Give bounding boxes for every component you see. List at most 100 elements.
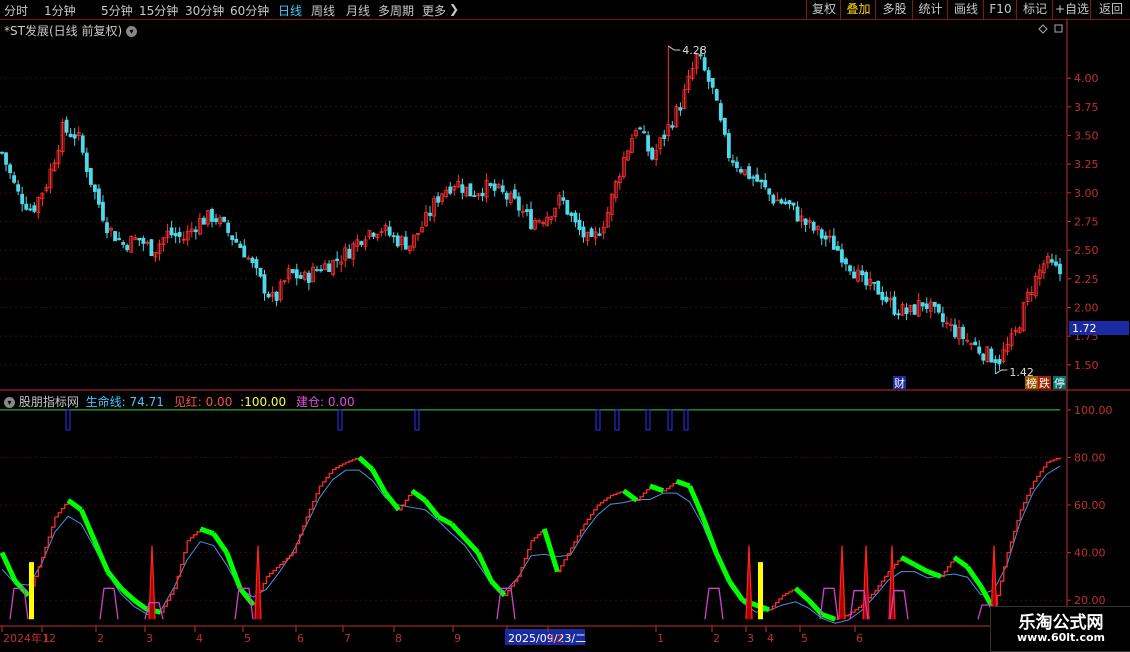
- candle-body-209: [844, 258, 848, 265]
- candle-body-201: [811, 221, 816, 231]
- life-down-62: [821, 612, 837, 622]
- chevron-down-icon[interactable]: ▾: [4, 397, 15, 408]
- candle-body-174: [702, 57, 707, 71]
- timeframe-tab-1[interactable]: 1分钟: [44, 2, 76, 19]
- low-marker: [995, 369, 1008, 375]
- chart-canvas: 1.501.752.002.252.502.753.003.253.503.75…: [0, 20, 1130, 645]
- candle-body-161: [650, 147, 655, 160]
- candle-body-221: [892, 296, 897, 315]
- candle-body-28: [113, 231, 117, 242]
- timeframe-tab-4[interactable]: 30分钟: [185, 2, 224, 19]
- candle-body-59: [238, 243, 243, 248]
- life-down-17: [224, 551, 243, 590]
- chevron-down-icon[interactable]: ▾: [125, 26, 137, 37]
- candle-body-193: [779, 199, 784, 204]
- candle-body-241: [973, 341, 978, 346]
- timeframe-tab-10[interactable]: 更多: [422, 2, 446, 19]
- candle-body-2: [8, 164, 12, 174]
- candle-body-0: [0, 151, 4, 154]
- ind-tick-label-2: 60.00: [1074, 499, 1106, 512]
- toolbar-button-8[interactable]: 返回: [1090, 0, 1130, 19]
- candle-body-63: [254, 259, 259, 269]
- life-down-47: [622, 488, 639, 503]
- candle-body-146: [589, 228, 594, 237]
- life-down-41: [541, 528, 560, 573]
- candle-body-177: [714, 89, 719, 101]
- candle-body-148: [597, 233, 602, 236]
- life-step-up-48: [636, 486, 651, 501]
- date-label-17: 6: [856, 632, 863, 645]
- toolbar-button-2[interactable]: 多股: [875, 0, 913, 19]
- red-spike-3: [838, 545, 846, 620]
- candle-body-125: [504, 192, 509, 200]
- candle-body-18: [72, 134, 77, 139]
- life-down-54: [713, 551, 732, 583]
- candle-body-16: [64, 119, 69, 133]
- timeframe-tab-9[interactable]: 多周期: [378, 2, 414, 19]
- toolbar-button-5[interactable]: F10: [983, 0, 1017, 19]
- timeframe-tab-0[interactable]: 分时: [4, 2, 28, 19]
- date-label-7: 7: [344, 632, 351, 645]
- life-value: 74.71: [129, 395, 164, 409]
- life-step-up-78: [1033, 462, 1048, 482]
- date-label-5: 5: [244, 632, 251, 645]
- badge-0: 财: [894, 376, 905, 390]
- candle-body-60: [242, 245, 247, 258]
- high-marker: [668, 45, 681, 51]
- timeframe-tab-7[interactable]: 周线: [311, 2, 335, 19]
- build-marker-4: [614, 409, 620, 431]
- candle-body-226: [912, 304, 917, 315]
- candle-body-181: [731, 160, 735, 163]
- toolbar-button-3[interactable]: 统计: [912, 0, 948, 19]
- toolbar-button-6[interactable]: 标记: [1016, 0, 1053, 19]
- timeframe-tab-8[interactable]: 月线: [346, 2, 370, 19]
- candle-body-128: [516, 196, 521, 211]
- timeframe-tab-5[interactable]: 60分钟: [230, 2, 269, 19]
- candle-body-207: [836, 246, 840, 251]
- candle-body-142: [573, 212, 578, 223]
- toolbar-button-0[interactable]: 复权: [806, 0, 841, 19]
- life-down-49: [649, 483, 665, 494]
- life-down-51: [675, 478, 691, 489]
- candle-body-139: [561, 197, 566, 201]
- date-label-8: 8: [395, 632, 402, 645]
- candle-body-218: [880, 291, 885, 301]
- candle-body-23: [92, 184, 97, 192]
- candle-body-188: [759, 179, 764, 183]
- life-down-72: [952, 555, 969, 569]
- life-step-up-71: [940, 557, 955, 578]
- candle-body-236: [953, 324, 957, 338]
- candle-body-62: [250, 257, 255, 263]
- toolbar-button-4[interactable]: 画线: [947, 0, 984, 19]
- sep-value: :100.00: [240, 395, 287, 409]
- candle-body-96: [387, 226, 392, 236]
- candle-body-73: [294, 269, 299, 279]
- timeframe-tab-6[interactable]: 日线: [278, 2, 302, 19]
- life-down-7: [92, 539, 111, 573]
- current-price-label: 1.72: [1072, 322, 1097, 335]
- candle-body-247: [997, 359, 1002, 365]
- yellow-bar-1: [758, 562, 763, 620]
- candle-body-231: [932, 301, 937, 307]
- candle-body-117: [472, 195, 477, 197]
- candle-body-17: [68, 133, 73, 138]
- candle-body-116: [468, 183, 473, 197]
- candle-body-42: [169, 227, 174, 236]
- candle-body-79: [319, 269, 323, 272]
- life-down-53: [700, 516, 719, 554]
- price-tick-label-7: 3.25: [1074, 158, 1099, 171]
- candle-body-206: [831, 235, 836, 250]
- candle-body-245: [989, 348, 994, 363]
- more-arrow-icon[interactable]: ❯: [449, 2, 459, 16]
- candle-body-92: [371, 232, 376, 237]
- toolbar-button-7[interactable]: +自选: [1052, 0, 1091, 19]
- toolbar-button-1[interactable]: 叠加: [840, 0, 876, 19]
- candle-body-100: [403, 236, 408, 250]
- candle-body-76: [307, 272, 311, 283]
- life-down-9: [119, 586, 136, 603]
- timeframe-tab-2[interactable]: 5分钟: [101, 2, 133, 19]
- candle-body-232: [936, 304, 941, 313]
- timeframe-tab-3[interactable]: 15分钟: [139, 2, 178, 19]
- candle-body-144: [581, 226, 586, 238]
- build-marker-0: [65, 409, 71, 431]
